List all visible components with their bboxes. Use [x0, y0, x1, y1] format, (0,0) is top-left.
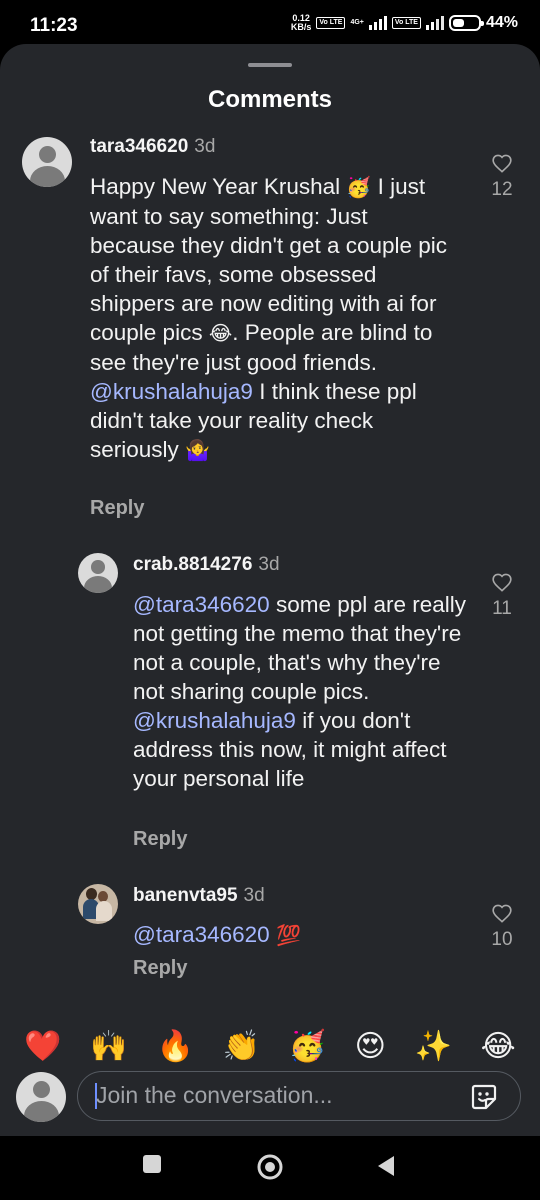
comment-username[interactable]: banenvta95: [133, 885, 238, 906]
comment-time: 3d: [243, 885, 265, 906]
circle-icon[interactable]: [256, 1153, 284, 1181]
comment-username[interactable]: tara346620: [90, 136, 188, 157]
triangle-back-icon[interactable]: [376, 1155, 396, 1177]
battery-icon: [448, 15, 484, 31]
reaction-sparkles[interactable]: ✨: [415, 1029, 452, 1064]
like-button[interactable]: 12: [487, 153, 517, 201]
laughing-emoji: 😂: [208, 321, 233, 345]
reaction-party-face[interactable]: 🥳: [289, 1029, 326, 1064]
reaction-laughing[interactable]: 😂: [481, 1029, 516, 1064]
sticker-icon[interactable]: [470, 1083, 498, 1111]
mention-link[interactable]: @krushalahuja9: [133, 708, 296, 733]
mention-link[interactable]: @tara346620: [133, 922, 270, 947]
signal-bars-2-icon: [425, 16, 444, 30]
system-navigation-bar: [0, 1136, 540, 1200]
like-count: 12: [491, 179, 513, 200]
shrug-emoji: 🤷‍♀️: [185, 438, 210, 462]
like-button[interactable]: 10: [487, 903, 517, 951]
comment-time: 3d: [194, 136, 216, 157]
avatar[interactable]: [22, 137, 72, 187]
reaction-heart[interactable]: ❤️: [24, 1029, 61, 1064]
mention-link[interactable]: @krushalahuja9: [90, 379, 253, 404]
hundred-emoji: 💯: [269, 923, 301, 947]
comment-header: banenvta95 3d: [133, 885, 265, 907]
party-face-emoji: 🥳: [346, 175, 372, 199]
reply-button[interactable]: Reply: [133, 957, 187, 980]
reply-button[interactable]: Reply: [133, 828, 187, 851]
reply-button[interactable]: Reply: [90, 497, 144, 520]
heart-outline-icon: [492, 904, 512, 923]
signal-4g-label: 4G+: [350, 19, 364, 26]
like-button[interactable]: 11: [487, 572, 517, 620]
reaction-heart-eyes[interactable]: 😍: [355, 1029, 386, 1064]
avatar-photo[interactable]: [78, 884, 118, 924]
avatar[interactable]: [78, 553, 118, 593]
comment-header: crab.8814276 3d: [133, 554, 280, 576]
heart-outline-icon: [492, 573, 512, 592]
reaction-clap[interactable]: 👏: [222, 1029, 259, 1064]
mention-link[interactable]: @tara346620: [133, 592, 270, 617]
comment-text: @tara346620 some ppl are really not gett…: [133, 592, 467, 791]
sheet-title: Comments: [207, 86, 333, 113]
comments-sheet: Comments tara346620 3d Happy New Year Kru…: [0, 44, 540, 1136]
comment-input[interactable]: [96, 1072, 456, 1119]
square-icon[interactable]: [142, 1154, 162, 1174]
comment-text: Happy New Year Krushal 🥳 I just want to …: [90, 174, 448, 462]
comment-time: 3d: [258, 554, 280, 575]
heart-outline-icon: [492, 154, 512, 173]
volte-badge-2: Vo LTE: [391, 17, 421, 29]
status-time: 11:23: [30, 15, 78, 36]
current-user-avatar: [16, 1072, 66, 1122]
battery-percent: 44%: [485, 14, 518, 31]
comment-username[interactable]: crab.8814276: [133, 554, 252, 575]
comment-composer: [0, 1068, 540, 1128]
comment-text: @tara346620 💯: [133, 920, 473, 950]
network-speed: 0.12 KB/s: [290, 13, 312, 32]
comment-header: tara346620 3d: [90, 136, 215, 158]
comment-input-wrapper: [77, 1071, 521, 1121]
reaction-fire[interactable]: 🔥: [156, 1029, 193, 1064]
reaction-raised-hands[interactable]: 🙌: [90, 1029, 127, 1064]
quick-reactions-bar: ❤️ 🙌 🔥 👏 🥳 😍 ✨ 😂: [0, 1020, 540, 1072]
like-count: 10: [491, 929, 513, 950]
volte-badge-1: Vo LTE: [316, 17, 346, 29]
like-count: 11: [492, 598, 512, 619]
status-icons: 0.12 KB/s Vo LTE 4G+ Vo LTE 44%: [291, 14, 518, 32]
signal-bars-icon: [368, 16, 387, 30]
drag-handle[interactable]: [248, 63, 292, 67]
